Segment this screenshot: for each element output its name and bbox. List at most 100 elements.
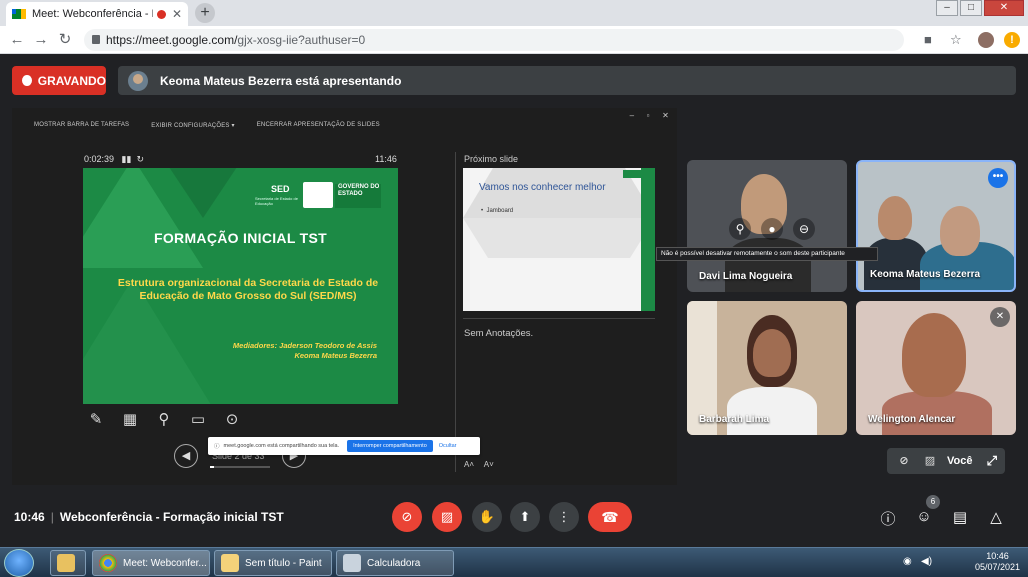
- taskbar-item-calculator[interactable]: Calculadora: [336, 550, 454, 576]
- url-host: https://meet.google.com/: [106, 33, 238, 47]
- current-slide: SED Secretaria de Estado de Educação GOV…: [83, 168, 398, 404]
- mediator-line-2: Keoma Mateus Bezerra: [294, 351, 377, 360]
- muted-mic-icon: ✕: [990, 307, 1010, 327]
- slide-progress-fill: [210, 466, 214, 468]
- profile-avatar[interactable]: [978, 32, 994, 48]
- update-alert-icon[interactable]: !: [1004, 32, 1020, 48]
- network-icon[interactable]: ◉: [903, 556, 915, 568]
- participant-video: [727, 387, 817, 435]
- participant-name: Davi Lima Nogueira: [699, 271, 793, 282]
- maximize-button[interactable]: □: [960, 0, 982, 16]
- mic-icon[interactable]: ●: [761, 218, 783, 240]
- recording-badge[interactable]: GRAVANDO: [12, 66, 106, 95]
- start-button[interactable]: [4, 549, 34, 577]
- self-view-bar[interactable]: ⊘ ▨ Você ⤢: [887, 448, 1005, 474]
- next-slide-preview[interactable]: Vamos nos conhecer melhor • Jamboard: [463, 168, 655, 311]
- next-slide-title: Vamos nos conhecer melhor: [479, 182, 606, 193]
- slide-decoration: [463, 218, 655, 258]
- meeting-details-icon[interactable]: ⓘ: [877, 508, 899, 529]
- meeting-control-bar: 10:46 | Webconferência - Formação inicial …: [0, 495, 1028, 541]
- volume-icon[interactable]: ◀): [921, 556, 933, 568]
- present-now-button[interactable]: ⬆: [510, 502, 540, 532]
- next-slide-bullet: • Jamboard: [481, 208, 514, 214]
- presentation-stage: MOSTRAR BARRA DE TAREFAS EXIBIR CONFIGUR…: [12, 108, 677, 485]
- mic-off-button[interactable]: ⊘: [392, 502, 422, 532]
- screen-share-banner: ⓘ meet.google.com está compartilhando su…: [208, 437, 480, 455]
- reload-icon[interactable]: ↻: [56, 31, 74, 49]
- meeting-title: Webconferência - Formação inicial TST: [59, 510, 284, 524]
- slides-grid-icon[interactable]: ▦: [118, 410, 142, 430]
- presenter-banner: Keoma Mateus Bezerra está apresentando: [118, 66, 1016, 95]
- pin-icon[interactable]: ⚲: [729, 218, 751, 240]
- people-icon[interactable]: ☺: [913, 508, 935, 525]
- display-settings-button[interactable]: EXIBIR CONFIGURAÇÕES ▾: [151, 122, 234, 129]
- slide-subtitle: Estrutura organizacional da Secretaria d…: [117, 277, 379, 302]
- mic-off-icon[interactable]: ⊘: [895, 452, 913, 470]
- stop-sharing-button[interactable]: Interromper compartilhamento: [347, 440, 433, 452]
- pen-icon[interactable]: ✎: [84, 410, 108, 430]
- record-dot-icon: [22, 75, 32, 86]
- browser-tab-meet[interactable]: Meet: Webconferência - For ✕: [6, 2, 188, 26]
- close-window-button[interactable]: ✕: [984, 0, 1024, 16]
- minimize-button[interactable]: –: [936, 0, 958, 16]
- explorer-taskbar-icon[interactable]: [50, 550, 86, 576]
- taskbar-item-chrome[interactable]: Meet: Webconfer...: [92, 550, 210, 576]
- state-seal-icon: [303, 182, 333, 208]
- bookmark-star-icon[interactable]: ☆: [950, 32, 962, 48]
- notes-divider: [463, 318, 655, 319]
- camera-off-button[interactable]: ▨: [432, 502, 462, 532]
- more-options-icon[interactable]: ⊙: [220, 410, 244, 430]
- activities-icon[interactable]: △: [985, 508, 1007, 526]
- participant-tile-barbarah[interactable]: Barbarah Lima: [687, 301, 847, 435]
- taskbar-date: 05/07/2021: [974, 562, 1020, 572]
- more-options-button[interactable]: •••: [988, 168, 1008, 188]
- participant-video: [902, 313, 966, 397]
- participant-tile-keoma[interactable]: ••• Keoma Mateus Bezerra: [856, 160, 1016, 292]
- chrome-icon: [99, 554, 117, 572]
- hide-banner-button[interactable]: Ocultar: [439, 443, 457, 449]
- forward-icon[interactable]: →: [32, 31, 50, 49]
- self-label: Você: [947, 455, 973, 467]
- camera-off-icon[interactable]: ▨: [921, 452, 939, 470]
- next-slide-green-band: [641, 168, 655, 311]
- back-icon[interactable]: ←: [8, 31, 26, 49]
- camera-icon[interactable]: ■: [924, 32, 932, 47]
- windows-taskbar: Meet: Webconfer... Sem título - Paint Ca…: [0, 547, 1028, 577]
- browser-tab-strip: Meet: Webconferência - For ✕ + – □ ✕: [0, 0, 1028, 26]
- presenter-avatar: [128, 70, 148, 91]
- participant-video: [940, 206, 980, 256]
- remove-icon[interactable]: ⊖: [793, 218, 815, 240]
- leave-call-button[interactable]: ☎: [588, 502, 632, 532]
- black-screen-icon[interactable]: ▭: [186, 410, 210, 430]
- taskbar-clock[interactable]: 10:46 05/07/2021: [975, 551, 1020, 573]
- mute-tooltip: Não é possível desativar remotamente o s…: [656, 247, 878, 261]
- raise-hand-button[interactable]: ✋: [472, 502, 502, 532]
- window-controls: – □ ✕: [934, 0, 1024, 16]
- font-size-controls[interactable]: A˄ A˅: [464, 460, 494, 469]
- separator: |: [50, 510, 54, 524]
- zoom-icon[interactable]: ⚲: [152, 410, 176, 430]
- end-slideshow-button[interactable]: ENCERRAR APRESENTAÇÃO DE SLIDES: [257, 122, 380, 128]
- participant-video: [753, 329, 791, 377]
- show-taskbar-button[interactable]: MOSTRAR BARRA DE TAREFAS: [34, 122, 129, 128]
- more-options-button[interactable]: ⋮: [549, 502, 579, 532]
- participant-tile-davi[interactable]: ⚲ ● ⊖ Davi Lima Nogueira: [687, 160, 847, 292]
- url-field[interactable]: https://meet.google.com/gjx-xosg-iie?aut…: [84, 29, 904, 51]
- calculator-icon: [343, 554, 361, 572]
- participant-video: [882, 391, 992, 435]
- google-meet-icon: [12, 8, 26, 20]
- participant-tile-welington[interactable]: ✕ Welington Alencar: [856, 301, 1016, 435]
- taskbar-item-label: Meet: Webconfer...: [123, 557, 207, 569]
- participant-name: Welington Alencar: [868, 414, 956, 425]
- close-tab-icon[interactable]: ✕: [172, 7, 182, 21]
- chat-icon[interactable]: ▤: [949, 508, 971, 526]
- previous-slide-icon[interactable]: ◀: [174, 444, 198, 468]
- presenter-window-controls: – ▫ ✕: [629, 111, 669, 120]
- taskbar-item-paint[interactable]: Sem título - Paint: [214, 550, 332, 576]
- meeting-info: 10:46 | Webconferência - Formação inicial …: [14, 510, 284, 524]
- new-tab-button[interactable]: +: [195, 3, 215, 23]
- expand-icon[interactable]: ⤢: [987, 453, 997, 469]
- pause-icon[interactable]: ▮▮ ↻: [117, 154, 144, 164]
- presenter-toolbar: MOSTRAR BARRA DE TAREFAS EXIBIR CONFIGUR…: [12, 108, 677, 142]
- slide-decoration: [143, 168, 263, 218]
